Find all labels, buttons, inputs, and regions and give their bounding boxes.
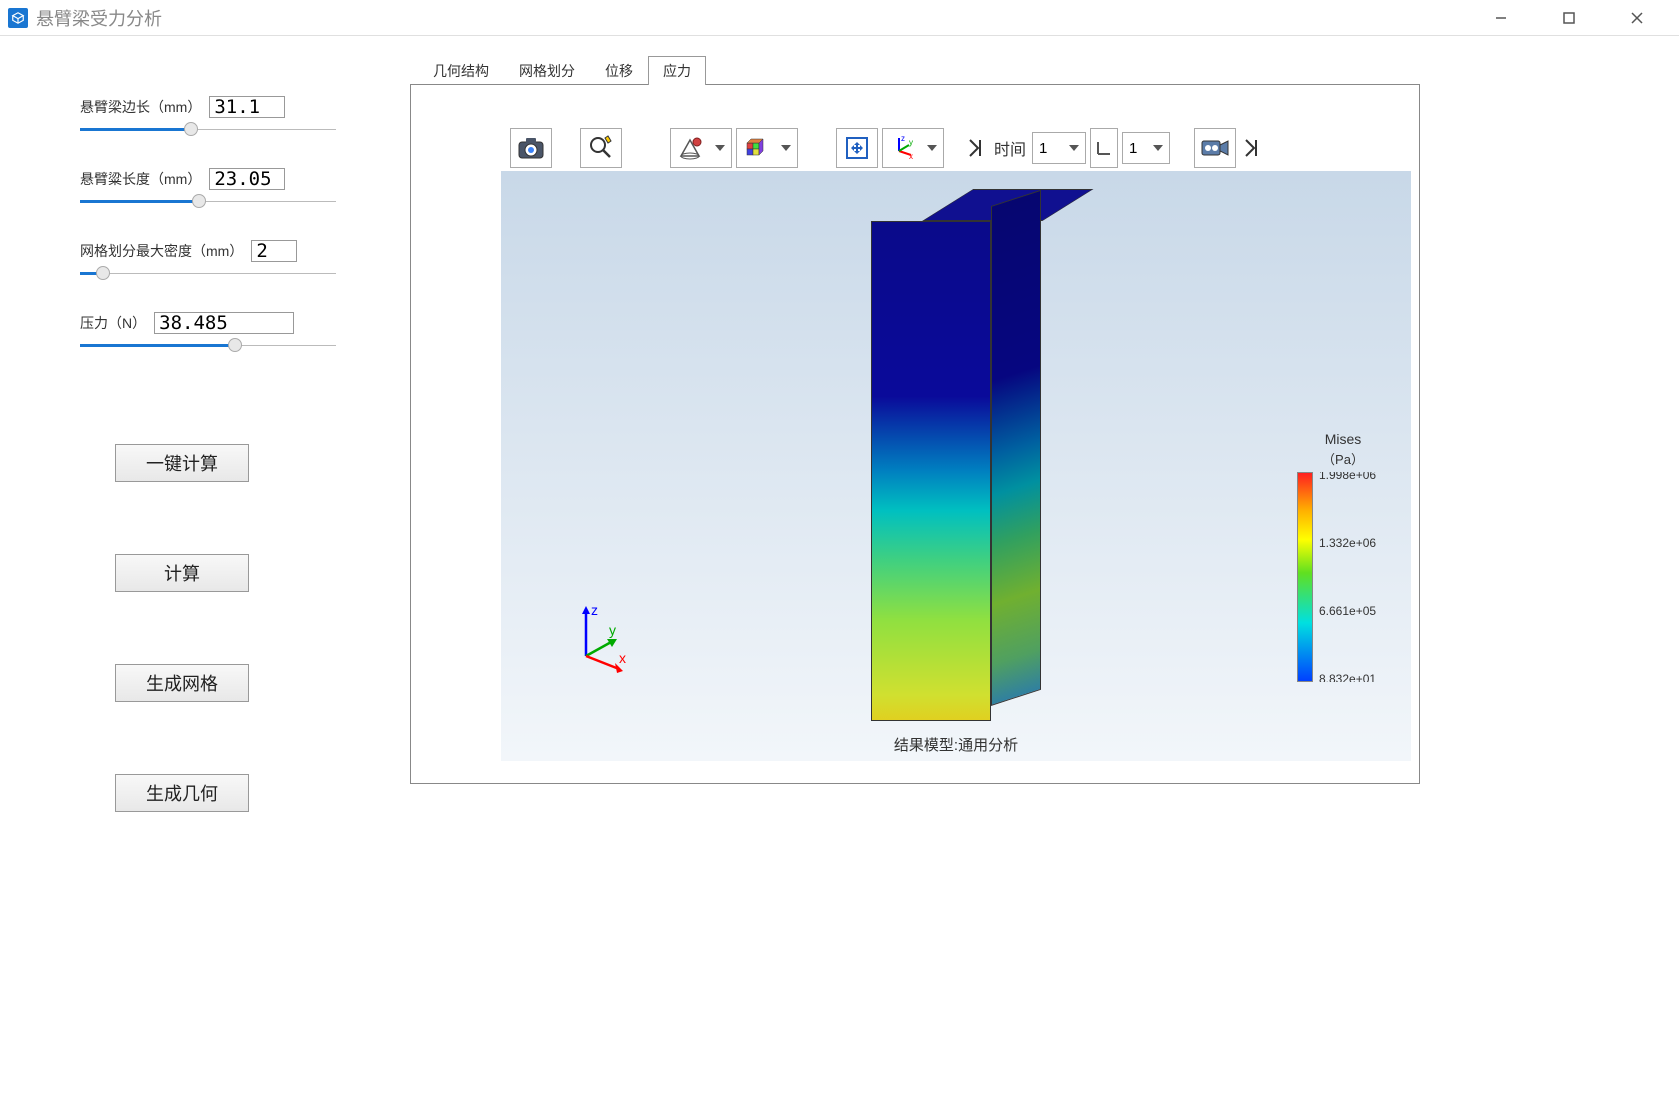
svg-text:x: x	[909, 152, 913, 161]
legend-tick: 8.832e+01	[1319, 672, 1376, 682]
edge-length-slider[interactable]	[80, 120, 360, 138]
legend-colorbar	[1297, 472, 1313, 682]
tab-bar: 几何结构 网格划分 位移 应力	[418, 56, 1639, 85]
beam-length-input[interactable]	[209, 168, 285, 190]
tab-geometry[interactable]: 几何结构	[418, 56, 504, 85]
legend-ticks: 1.998e+06 1.332e+06 6.661e+05 8.832e+01	[1319, 472, 1389, 682]
chevron-down-icon	[1153, 145, 1163, 151]
tab-stress[interactable]: 应力	[648, 56, 706, 85]
3d-canvas[interactable]: z y x 结果模型:通用分析 Mises （Pa） 1.998e+06	[501, 171, 1411, 761]
action-buttons: 一键计算 计算 生成网格 生成几何	[80, 444, 410, 812]
param-label: 压力（N）	[80, 313, 146, 333]
maximize-button[interactable]	[1549, 3, 1589, 33]
tab-displacement[interactable]: 位移	[590, 56, 648, 85]
svg-text:y: y	[909, 138, 913, 147]
param-mesh-density: 网格划分最大密度（mm）	[80, 240, 360, 282]
minimize-button[interactable]	[1481, 3, 1521, 33]
mesh-density-input[interactable]	[251, 240, 297, 262]
beam-length-slider[interactable]	[80, 192, 360, 210]
viewer-area: 几何结构 网格划分 位移 应力	[410, 56, 1679, 884]
param-label: 悬臂梁边长（mm）	[80, 97, 201, 117]
main-content: 悬臂梁边长（mm） 悬臂粱长度（mm） 网格划分最大密度（mm）	[0, 36, 1679, 884]
compute-button[interactable]: 计算	[115, 554, 249, 592]
sidebar: 悬臂梁边长（mm） 悬臂粱长度（mm） 网格划分最大密度（mm）	[0, 56, 410, 884]
param-edge-length: 悬臂梁边长（mm）	[80, 96, 360, 138]
svg-text:y: y	[609, 622, 616, 638]
window-title: 悬臂梁受力分析	[36, 5, 162, 31]
tab-mesh[interactable]: 网格划分	[504, 56, 590, 85]
legend-unit: （Pa）	[1293, 449, 1393, 468]
one-click-compute-button[interactable]: 一键计算	[115, 444, 249, 482]
legend-title: Mises	[1293, 431, 1393, 447]
param-label: 网格划分最大密度（mm）	[80, 241, 243, 261]
generate-geometry-button[interactable]: 生成几何	[115, 774, 249, 812]
collapse-right-icon[interactable]	[1240, 128, 1264, 168]
color-legend: Mises （Pa） 1.998e+06 1.332e+06 6.661e+05…	[1293, 431, 1393, 682]
time-label: 时间	[994, 136, 1026, 160]
close-button[interactable]	[1617, 3, 1657, 33]
param-beam-length: 悬臂粱长度（mm）	[80, 168, 360, 210]
chevron-down-icon	[715, 145, 725, 151]
app-icon	[8, 8, 28, 28]
legend-tick: 1.332e+06	[1319, 536, 1376, 550]
zoom-icon[interactable]	[580, 128, 622, 168]
collapse-right-icon[interactable]	[964, 128, 988, 168]
time-select[interactable]: 1	[1032, 132, 1086, 164]
svg-text:x: x	[619, 650, 626, 666]
chevron-down-icon	[781, 145, 791, 151]
window-controls	[1481, 3, 1671, 33]
svg-text:z: z	[591, 602, 598, 618]
param-label: 悬臂粱长度（mm）	[80, 169, 201, 189]
color-cube-icon[interactable]	[736, 128, 798, 168]
edge-length-input[interactable]	[209, 96, 285, 118]
legend-tick: 1.998e+06	[1319, 472, 1376, 482]
camera-icon[interactable]	[510, 128, 552, 168]
titlebar: 悬臂梁受力分析	[0, 0, 1679, 36]
axis-view-icon[interactable]: z xy	[882, 128, 944, 168]
svg-text:z: z	[901, 135, 905, 143]
chevron-down-icon	[1069, 145, 1079, 151]
chevron-down-icon	[927, 145, 937, 151]
video-icon[interactable]	[1194, 128, 1236, 168]
axis-gizmo: z y x	[561, 601, 641, 681]
transparency-icon[interactable]	[670, 128, 732, 168]
viewer-toolbar: z xy 时间 1 1	[506, 125, 1411, 171]
angle-icon[interactable]	[1090, 128, 1118, 168]
frame-select[interactable]: 1	[1122, 132, 1170, 164]
beam-model	[871, 191, 1041, 721]
mesh-density-slider[interactable]	[80, 264, 360, 282]
viewer-frame: zxy 时间 1 1	[410, 84, 1420, 784]
fit-view-icon[interactable]	[836, 128, 878, 168]
pressure-input[interactable]	[154, 312, 294, 334]
result-model-label: 结果模型:通用分析	[894, 734, 1018, 755]
legend-tick: 6.661e+05	[1319, 604, 1376, 618]
pressure-slider[interactable]	[80, 336, 360, 354]
param-pressure: 压力（N）	[80, 312, 360, 354]
generate-mesh-button[interactable]: 生成网格	[115, 664, 249, 702]
